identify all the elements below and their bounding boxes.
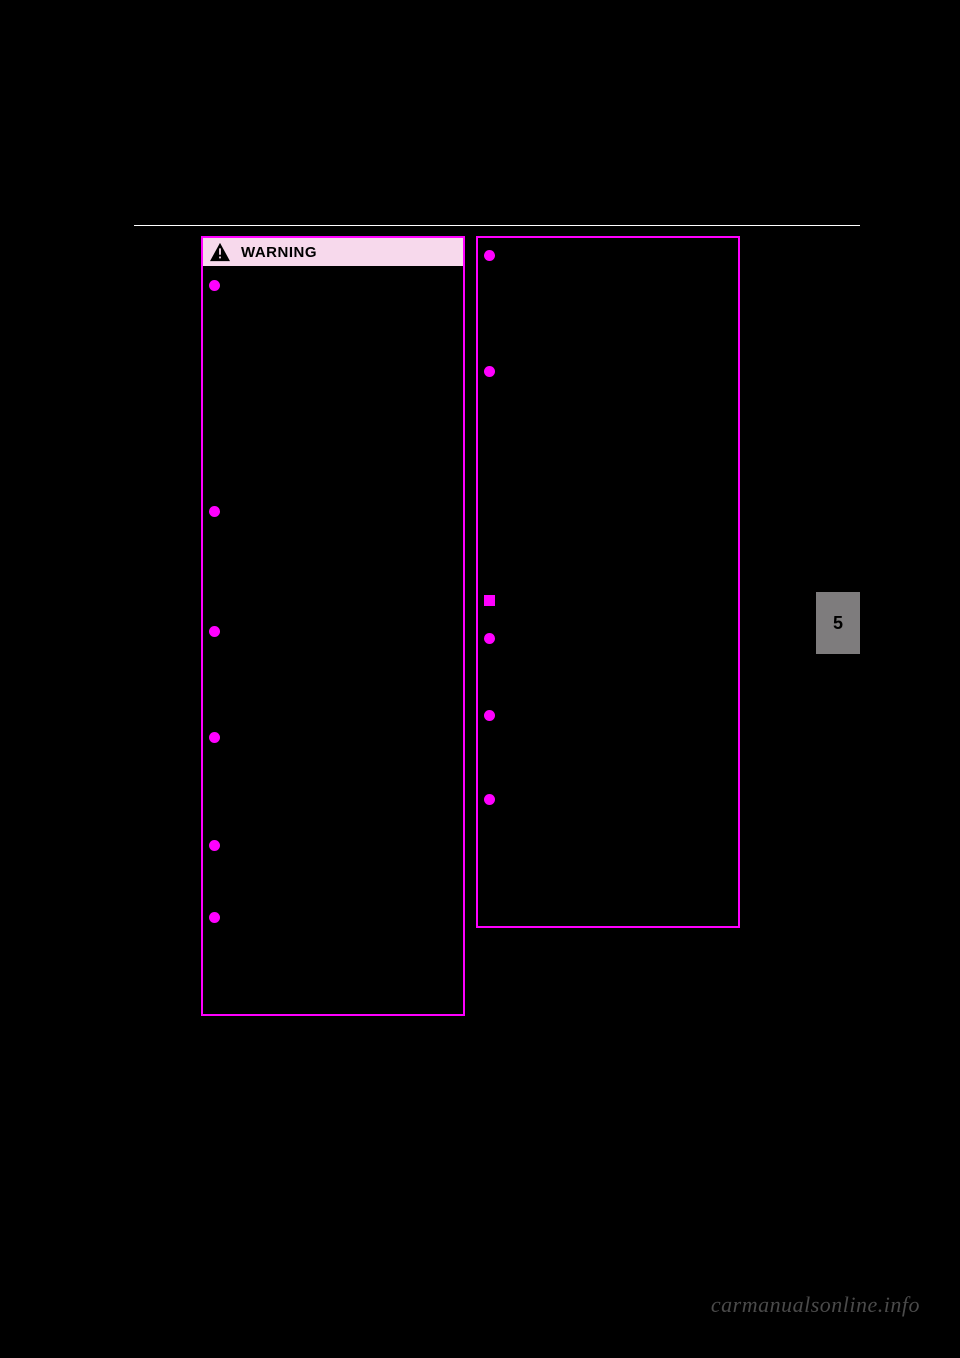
bullet-icon	[484, 366, 495, 377]
bullet-icon	[209, 840, 220, 851]
header-divider	[134, 225, 860, 226]
warning-label: WARNING	[241, 244, 317, 261]
square-bullet-icon	[484, 595, 495, 606]
section-tab: 5	[816, 592, 860, 654]
warning-header: WARNING	[201, 236, 465, 266]
watermark: carmanualsonline.info	[711, 1292, 920, 1318]
warning-box: WARNING	[201, 236, 465, 1016]
right-warning-box	[476, 236, 740, 928]
bullet-icon	[484, 794, 495, 805]
bullet-icon	[209, 506, 220, 517]
bullet-icon	[484, 250, 495, 261]
bullet-icon	[484, 633, 495, 644]
bullet-icon	[209, 280, 220, 291]
bullet-icon	[209, 732, 220, 743]
warning-triangle-icon	[209, 242, 231, 262]
bullet-icon	[209, 626, 220, 637]
bullet-icon	[484, 710, 495, 721]
section-number: 5	[833, 613, 843, 634]
warning-body	[201, 266, 465, 1016]
bullet-icon	[209, 912, 220, 923]
